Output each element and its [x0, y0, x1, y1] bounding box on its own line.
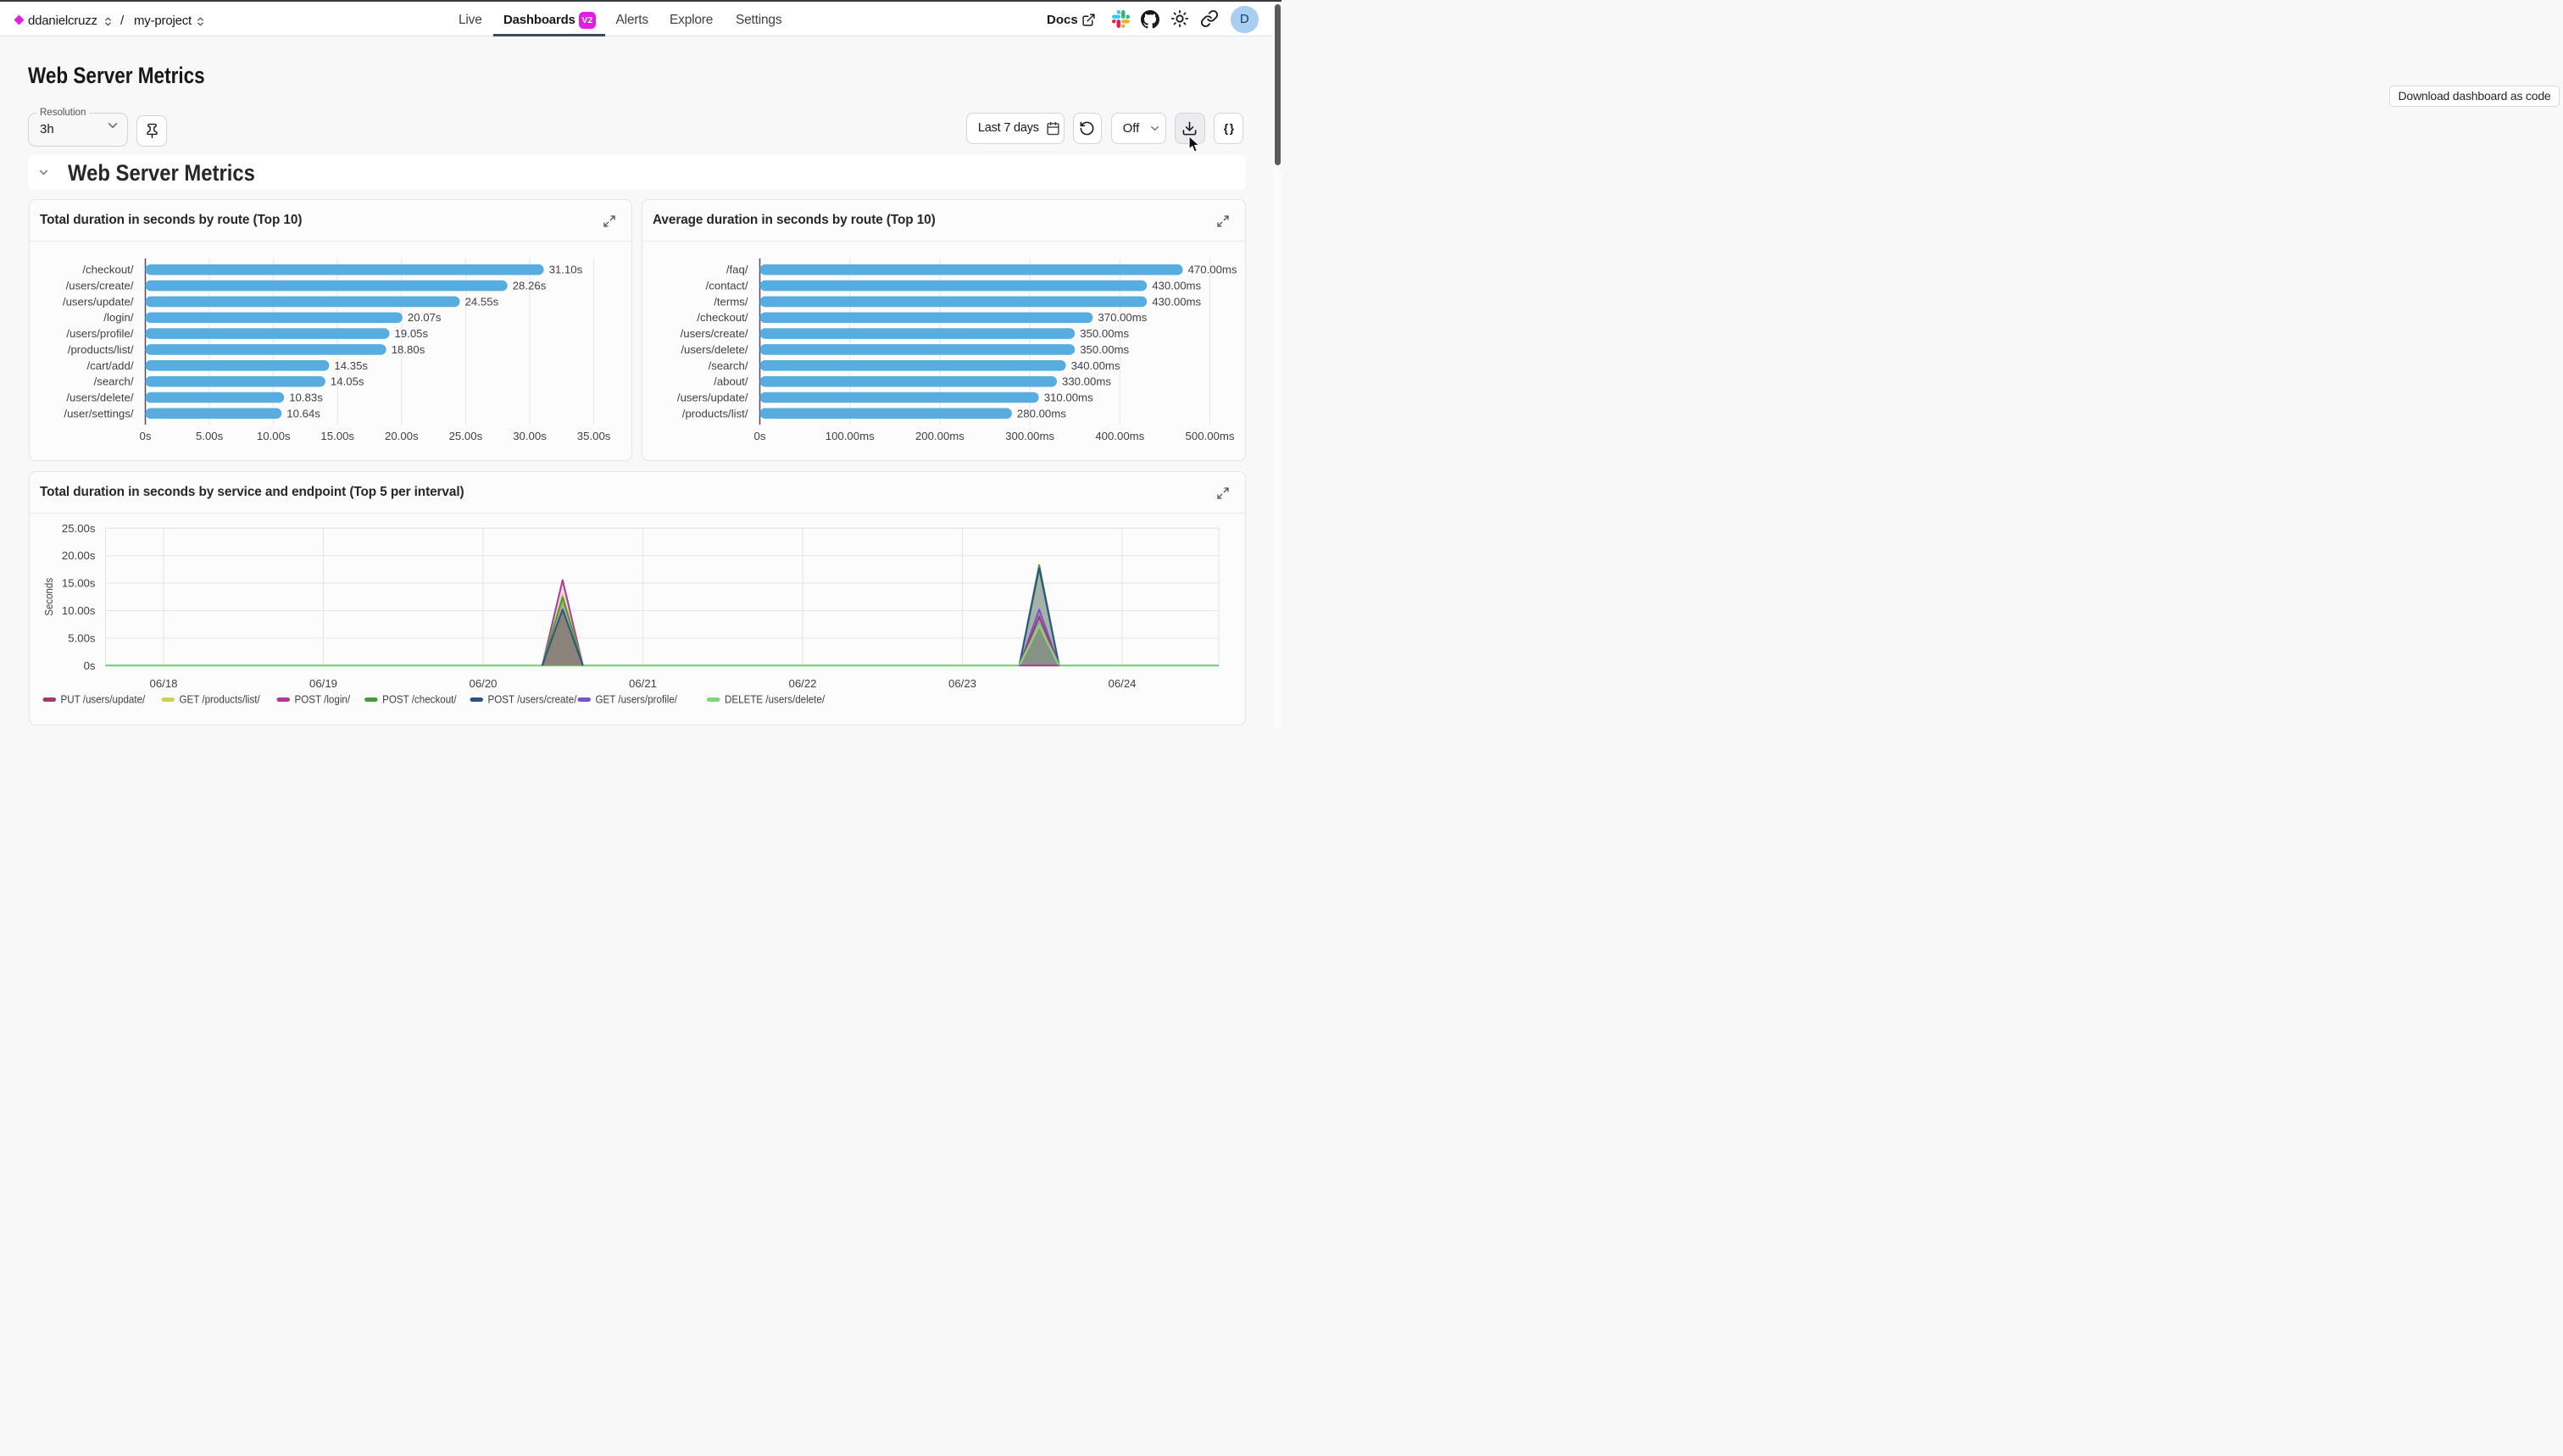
svg-text:25.00s: 25.00s: [448, 430, 482, 442]
svg-text:35.00s: 35.00s: [576, 430, 610, 442]
svg-text:15.00s: 15.00s: [320, 430, 354, 442]
svg-text:10.00s: 10.00s: [256, 430, 290, 442]
svg-text:430.00ms: 430.00ms: [1152, 295, 1201, 308]
svg-text:06/22: 06/22: [788, 677, 816, 690]
svg-text:0s: 0s: [83, 659, 95, 672]
svg-text:/products/list/: /products/list/: [67, 343, 133, 356]
svg-text:/users/create/: /users/create/: [680, 327, 748, 340]
svg-text:350.00ms: 350.00ms: [1080, 327, 1129, 340]
svg-text:100.00ms: 100.00ms: [825, 430, 874, 442]
svg-text:19.05s: 19.05s: [394, 327, 428, 340]
svg-text:/products/list/: /products/list/: [681, 407, 748, 420]
svg-text:18.80s: 18.80s: [391, 343, 425, 356]
svg-text:/users/delete/: /users/delete/: [66, 392, 134, 404]
svg-text:DELETE /users/delete/: DELETE /users/delete/: [725, 693, 826, 706]
svg-text:10.00s: 10.00s: [61, 604, 95, 617]
svg-text:GET /users/profile/: GET /users/profile/: [595, 693, 677, 706]
svg-text:/terms/: /terms/: [714, 295, 748, 308]
svg-text:400.00ms: 400.00ms: [1095, 430, 1144, 442]
svg-text:/faq/: /faq/: [726, 264, 748, 276]
svg-text:30.00s: 30.00s: [513, 430, 547, 442]
svg-text:15.00s: 15.00s: [61, 577, 95, 590]
svg-text:300.00ms: 300.00ms: [1005, 430, 1054, 442]
svg-text:14.35s: 14.35s: [334, 359, 368, 372]
svg-text:/search/: /search/: [93, 375, 133, 388]
svg-text:31.10s: 31.10s: [548, 264, 582, 276]
svg-text:0s: 0s: [139, 430, 151, 442]
svg-text:430.00ms: 430.00ms: [1152, 280, 1201, 292]
svg-text:14.05s: 14.05s: [330, 375, 364, 388]
svg-text:/login/: /login/: [103, 311, 134, 324]
svg-text:10.83s: 10.83s: [289, 392, 323, 404]
svg-text:/checkout/: /checkout/: [697, 311, 748, 324]
svg-text:24.55s: 24.55s: [464, 295, 498, 308]
svg-text:GET /products/list/: GET /products/list/: [179, 693, 260, 706]
svg-text:5.00s: 5.00s: [68, 631, 96, 644]
svg-text:470.00ms: 470.00ms: [1187, 264, 1237, 276]
svg-text:20.00s: 20.00s: [384, 430, 418, 442]
svg-text:310.00ms: 310.00ms: [1043, 392, 1092, 404]
svg-text:POST /login/: POST /login/: [294, 693, 350, 706]
svg-text:06/19: 06/19: [309, 677, 336, 690]
svg-text:10.64s: 10.64s: [286, 407, 320, 420]
svg-text:/checkout/: /checkout/: [82, 264, 133, 276]
svg-text:06/18: 06/18: [149, 677, 177, 690]
svg-text:POST /checkout/: POST /checkout/: [382, 693, 457, 706]
svg-text:06/23: 06/23: [948, 677, 976, 690]
svg-text:20.07s: 20.07s: [407, 311, 441, 324]
svg-text:PUT /users/update/: PUT /users/update/: [60, 693, 145, 706]
svg-text:/users/update/: /users/update/: [676, 392, 748, 404]
svg-text:340.00ms: 340.00ms: [1070, 359, 1120, 372]
svg-text:/about/: /about/: [714, 375, 748, 388]
svg-text:5.00s: 5.00s: [195, 430, 223, 442]
svg-text:/contact/: /contact/: [705, 280, 748, 292]
svg-text:/search/: /search/: [708, 359, 748, 372]
svg-text:500.00ms: 500.00ms: [1185, 430, 1234, 442]
svg-text:0s: 0s: [753, 430, 765, 442]
svg-text:06/24: 06/24: [1108, 677, 1136, 690]
svg-text:POST /users/create/: POST /users/create/: [487, 693, 576, 706]
svg-text:/users/profile/: /users/profile/: [66, 327, 133, 340]
svg-text:28.26s: 28.26s: [512, 280, 546, 292]
svg-text:280.00ms: 280.00ms: [1016, 407, 1065, 420]
svg-text:350.00ms: 350.00ms: [1080, 343, 1129, 356]
svg-text:/users/delete/: /users/delete/: [681, 343, 748, 356]
svg-text:/users/create/: /users/create/: [65, 280, 133, 292]
svg-text:370.00ms: 370.00ms: [1098, 311, 1147, 324]
svg-text:Seconds: Seconds: [42, 578, 55, 616]
svg-text:/users/update/: /users/update/: [62, 295, 133, 308]
svg-text:20.00s: 20.00s: [61, 549, 95, 562]
svg-text:06/20: 06/20: [469, 677, 497, 690]
svg-text:25.00s: 25.00s: [61, 522, 95, 535]
svg-text:200.00ms: 200.00ms: [915, 430, 964, 442]
svg-text:/cart/add/: /cart/add/: [86, 359, 133, 372]
svg-text:330.00ms: 330.00ms: [1062, 375, 1111, 388]
svg-text:06/21: 06/21: [628, 677, 656, 690]
svg-text:/user/settings/: /user/settings/: [64, 407, 133, 420]
